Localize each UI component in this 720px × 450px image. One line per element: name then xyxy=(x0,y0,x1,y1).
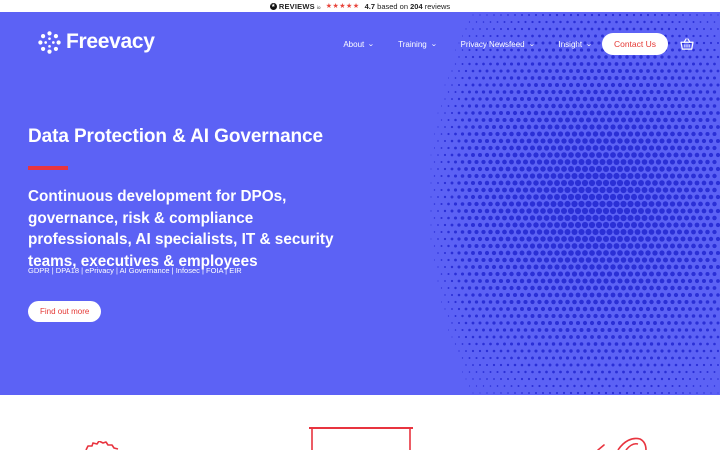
nav-training[interactable]: Training ⌄ xyxy=(398,39,438,49)
rating-based-on: based on xyxy=(377,1,409,11)
basket-icon[interactable] xyxy=(680,38,694,50)
find-out-more-button[interactable]: Find out more xyxy=(28,301,102,322)
accent-divider xyxy=(28,166,68,170)
rating-stars-icon: ★★★★★ xyxy=(325,3,360,10)
nav-privacy-newsfeed-label: Privacy Newsfeed xyxy=(460,39,525,49)
gear-icon xyxy=(85,441,119,450)
megaphone-icon xyxy=(597,437,647,450)
nav-about[interactable]: About ⌄ xyxy=(343,40,374,49)
reviews-brand: REVIEWS xyxy=(278,1,315,11)
halftone-dot-pattern xyxy=(430,13,720,395)
reviews-brand-suffix: io xyxy=(316,4,321,10)
features-section xyxy=(0,395,720,450)
nav-about-label: About xyxy=(343,39,365,49)
freevacy-logo-icon xyxy=(38,30,61,54)
hero-headline: Continuous development for DPOs, governa… xyxy=(28,188,334,270)
hero-section: Freevacy About ⌄ Training ⌄ Privacy News… xyxy=(0,12,720,395)
contact-us-button[interactable]: Contact Us xyxy=(601,33,668,55)
nav-insight-label: Insight xyxy=(558,39,583,49)
hero-eyebrow: Data Protection & AI Governance xyxy=(28,126,323,147)
reviews-bar[interactable]: ★ REVIEWS io ★★★★★ 4.7 based on 204 revie… xyxy=(0,0,720,12)
main-nav: About ⌄ Training ⌄ Privacy Newsfeed ⌄ In… xyxy=(343,33,720,55)
freevacy-logo[interactable]: Freevacy xyxy=(38,30,155,54)
review-count: 204 xyxy=(410,1,423,11)
reviews-word: reviews xyxy=(424,1,451,11)
hero-topics: GDPR | DPA18 | ePrivacy | AI Governance … xyxy=(28,266,242,275)
nav-training-label: Training xyxy=(398,39,427,49)
nav-privacy-newsfeed[interactable]: Privacy Newsfeed ⌄ xyxy=(461,40,535,49)
nav-insight[interactable]: Insight ⌄ xyxy=(558,39,593,49)
chevron-down-icon: ⌄ xyxy=(367,41,375,48)
reviews-star-icon: ★ xyxy=(269,2,277,10)
chevron-down-icon: ⌄ xyxy=(585,41,593,48)
review-summary: 4.7 based on 204 reviews xyxy=(365,2,451,11)
rating-value: 4.7 xyxy=(364,1,376,11)
chevron-down-icon: ⌄ xyxy=(528,41,536,48)
chevron-down-icon: ⌄ xyxy=(430,41,438,48)
whiteboard-icon xyxy=(309,427,413,450)
logo-wordmark: Freevacy xyxy=(66,30,155,53)
reviews-io-logo: ★ REVIEWS io xyxy=(269,1,321,11)
